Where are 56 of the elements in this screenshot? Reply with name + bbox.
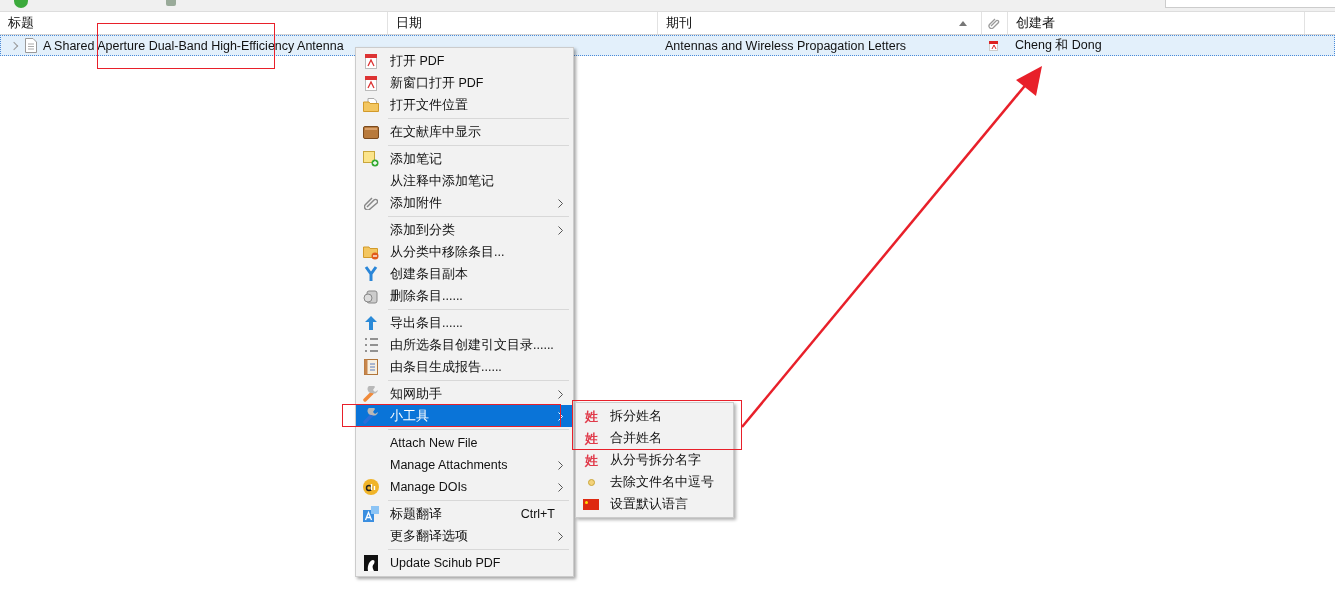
- menu-item[interactable]: 去除文件名中逗号: [576, 471, 733, 493]
- menu-item[interactable]: 新窗口打开 PDF: [356, 72, 573, 94]
- menu-item[interactable]: 创建条目副本: [356, 263, 573, 285]
- paperclip-icon: [988, 17, 1000, 29]
- menu-item[interactable]: 小工具: [356, 405, 573, 427]
- flag-icon: [583, 498, 599, 510]
- menu-item[interactable]: Manage DOIs: [356, 476, 573, 498]
- trash-icon: [363, 288, 379, 304]
- menu-item[interactable]: 设置默认语言: [576, 493, 733, 515]
- creator-cell: Cheng 和 Dong: [1015, 37, 1102, 54]
- menu-item[interactable]: 删除条目......: [356, 285, 573, 307]
- wrench-icon: [363, 386, 379, 402]
- pdf-file-icon: [365, 75, 377, 91]
- pdf-file-icon: [365, 53, 377, 69]
- folder-remove-icon: [363, 244, 379, 260]
- menu-item[interactable]: 知网助手: [356, 383, 573, 405]
- menu-item[interactable]: 标题翻译 Ctrl+T: [356, 503, 573, 525]
- menu-item[interactable]: 姓 从分号拆分名字: [576, 449, 733, 471]
- menu-item[interactable]: 导出条目......: [356, 312, 573, 334]
- menu-item[interactable]: Update Scihub PDF: [356, 552, 573, 574]
- document-icon: [25, 38, 37, 53]
- numbered-list-icon: [364, 337, 378, 353]
- menu-item[interactable]: 在文献库中显示: [356, 121, 573, 143]
- duplicate-icon: [364, 266, 378, 282]
- menu-item[interactable]: 姓 合并姓名: [576, 427, 733, 449]
- journal-cell: Antennas and Wireless Propagation Letters: [665, 38, 907, 53]
- menu-item[interactable]: 由条目生成报告......: [356, 356, 573, 378]
- surname-glyph-icon: 姓: [584, 409, 598, 423]
- menu-item[interactable]: 由所选条目创建引文目录......: [356, 334, 573, 356]
- column-header[interactable]: 创建者: [1016, 14, 1055, 32]
- up-arrow-icon: [364, 315, 378, 331]
- wrench-icon: [363, 408, 379, 424]
- column-header[interactable]: 标题: [8, 14, 34, 32]
- shortcut-label: Ctrl+T: [520, 507, 555, 521]
- add-note-icon: [363, 151, 379, 167]
- surname-glyph-icon: 姓: [584, 431, 598, 445]
- menu-item[interactable]: 添加到分类: [356, 219, 573, 241]
- folder-icon: [363, 98, 379, 112]
- library-box-icon: [363, 125, 379, 139]
- column-header[interactable]: 期刊: [666, 14, 692, 32]
- menu-item[interactable]: Manage Attachments: [356, 454, 573, 476]
- menu-item[interactable]: 添加附件: [356, 192, 573, 214]
- surname-glyph-icon: 姓: [584, 453, 598, 467]
- menu-item[interactable]: 从注释中添加笔记: [356, 170, 573, 192]
- menu-item[interactable]: 打开文件位置: [356, 94, 573, 116]
- menu-item[interactable]: 添加笔记: [356, 148, 573, 170]
- menu-item[interactable]: 姓 拆分姓名: [576, 405, 733, 427]
- translate-icon: [363, 506, 379, 522]
- dot-icon: [587, 478, 595, 486]
- menu-item[interactable]: 从分类中移除条目...: [356, 241, 573, 263]
- report-icon: [364, 359, 378, 375]
- doi-icon: [363, 479, 379, 495]
- column-header[interactable]: 日期: [396, 14, 422, 32]
- paperclip-icon: [364, 196, 378, 210]
- menu-item[interactable]: Attach New File: [356, 432, 573, 454]
- menu-item[interactable]: 更多翻译选项: [356, 525, 573, 547]
